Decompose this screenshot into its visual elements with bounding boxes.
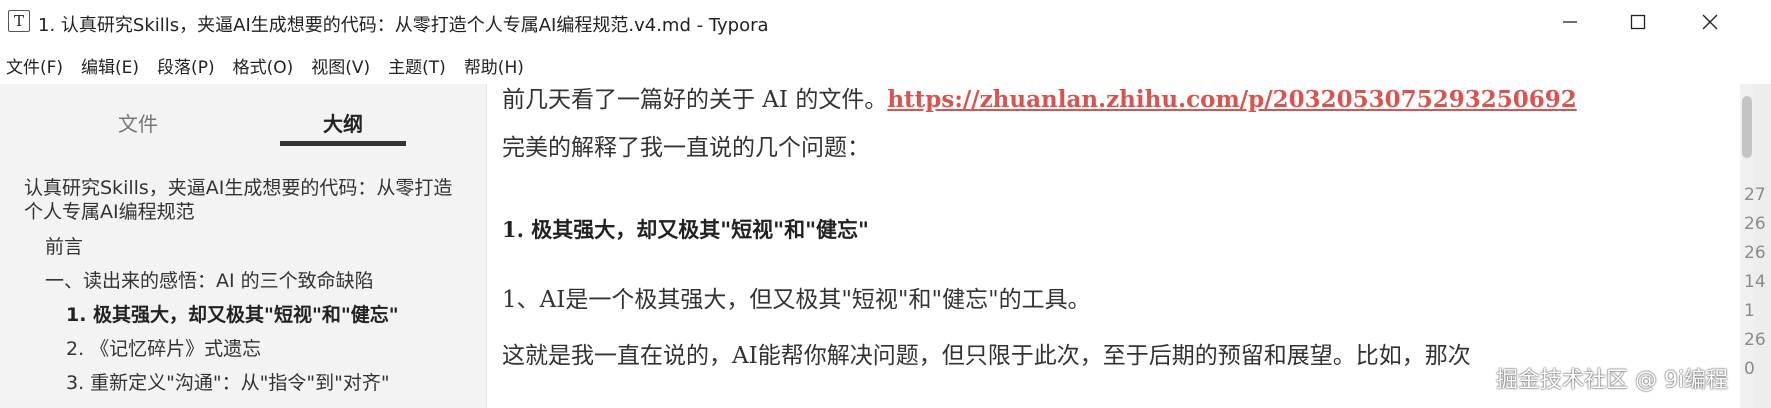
menu-edit[interactable]: 编辑(E) (81, 53, 139, 78)
menu-view[interactable]: 视图(V) (311, 53, 370, 78)
menu-help[interactable]: 帮助(H) (464, 53, 524, 78)
tab-files[interactable]: 文件 (75, 108, 201, 137)
paragraph-2: 完美的解释了我一直说的几个问题： (502, 135, 870, 161)
edge-number: 14 (1744, 272, 1766, 292)
sidebar-divider[interactable] (486, 84, 487, 408)
editor-content[interactable]: 前几天看了一篇好的关于 AI 的文件。https://zhuanlan.zhih… (488, 84, 1740, 408)
active-tab-indicator (280, 141, 406, 146)
outline-item-subsection-1[interactable]: 1. 极其强大，却又极其"短视"和"健忘" (66, 300, 399, 327)
edge-number: 1 (1744, 301, 1755, 321)
menu-format[interactable]: 格式(O) (233, 53, 294, 78)
close-button[interactable] (1675, 0, 1745, 44)
maximize-button[interactable] (1603, 0, 1673, 44)
close-icon (1702, 14, 1718, 30)
minimize-icon (1563, 21, 1577, 23)
outline-item-doc-title[interactable]: 认真研究Skills，夹逼AI生成想要的代码：从零打造个人专属AI编程规范 (24, 176, 464, 224)
window-title: 1. 认真研究Skills，夹逼AI生成想要的代码：从零打造个人专属AI编程规范… (38, 15, 769, 36)
outline-item-subsection-3[interactable]: 3. 重新定义"沟通"：从"指令"到"对齐" (66, 368, 390, 395)
outline-item-preface[interactable]: 前言 (45, 232, 83, 259)
editor-scrollbar-thumb[interactable] (1742, 96, 1752, 158)
edge-number: 0 (1744, 359, 1755, 379)
menu-file[interactable]: 文件(F) (6, 53, 63, 78)
edge-number: 26 (1744, 243, 1766, 263)
section-heading: 1. 极其强大，却又极其"短视"和"健忘" (502, 217, 869, 242)
tab-outline[interactable]: 大纲 (280, 108, 406, 137)
menu-bar: 文件(F) 编辑(E) 段落(P) 格式(O) 视图(V) 主题(T) 帮助(H… (0, 48, 1771, 82)
menu-paragraph[interactable]: 段落(P) (157, 53, 215, 78)
typora-app-icon: T (8, 10, 30, 32)
title-bar: T 1. 认真研究Skills，夹逼AI生成想要的代码：从零打造个人专属AI编程… (0, 0, 1771, 44)
juejin-watermark: 掘金技术社区 @ 9i编程 (1496, 368, 1729, 393)
edge-number: 26 (1744, 330, 1766, 350)
paragraph-1: 前几天看了一篇好的关于 AI 的文件。https://zhuanlan.zhih… (502, 80, 1577, 114)
menu-theme[interactable]: 主题(T) (388, 53, 446, 78)
minimize-button[interactable] (1535, 0, 1605, 44)
paragraph-3: 1、AI是一个极其强大，但又极其"短视"和"健忘"的工具。 (502, 287, 1091, 313)
edge-number: 26 (1744, 214, 1766, 234)
paragraph-4: 这就是我一直在说的，AI能帮你解决问题，但只限于此次，至于后期的预留和展望。比如… (502, 343, 1471, 369)
maximize-icon (1630, 14, 1646, 30)
sidebar: 文件 大纲 认真研究Skills，夹逼AI生成想要的代码：从零打造个人专属AI编… (0, 84, 486, 408)
paragraph-1-text: 前几天看了一篇好的关于 AI 的文件。 (502, 87, 888, 113)
outline-item-subsection-2[interactable]: 2. 《记忆碎片》式遗忘 (66, 334, 261, 361)
zhihu-link[interactable]: https://zhuanlan.zhihu.com/p/20320530752… (887, 86, 1576, 113)
outline-item-section-one[interactable]: 一、读出来的感悟：AI 的三个致命缺陷 (45, 266, 374, 293)
edge-number: 27 (1744, 185, 1766, 205)
